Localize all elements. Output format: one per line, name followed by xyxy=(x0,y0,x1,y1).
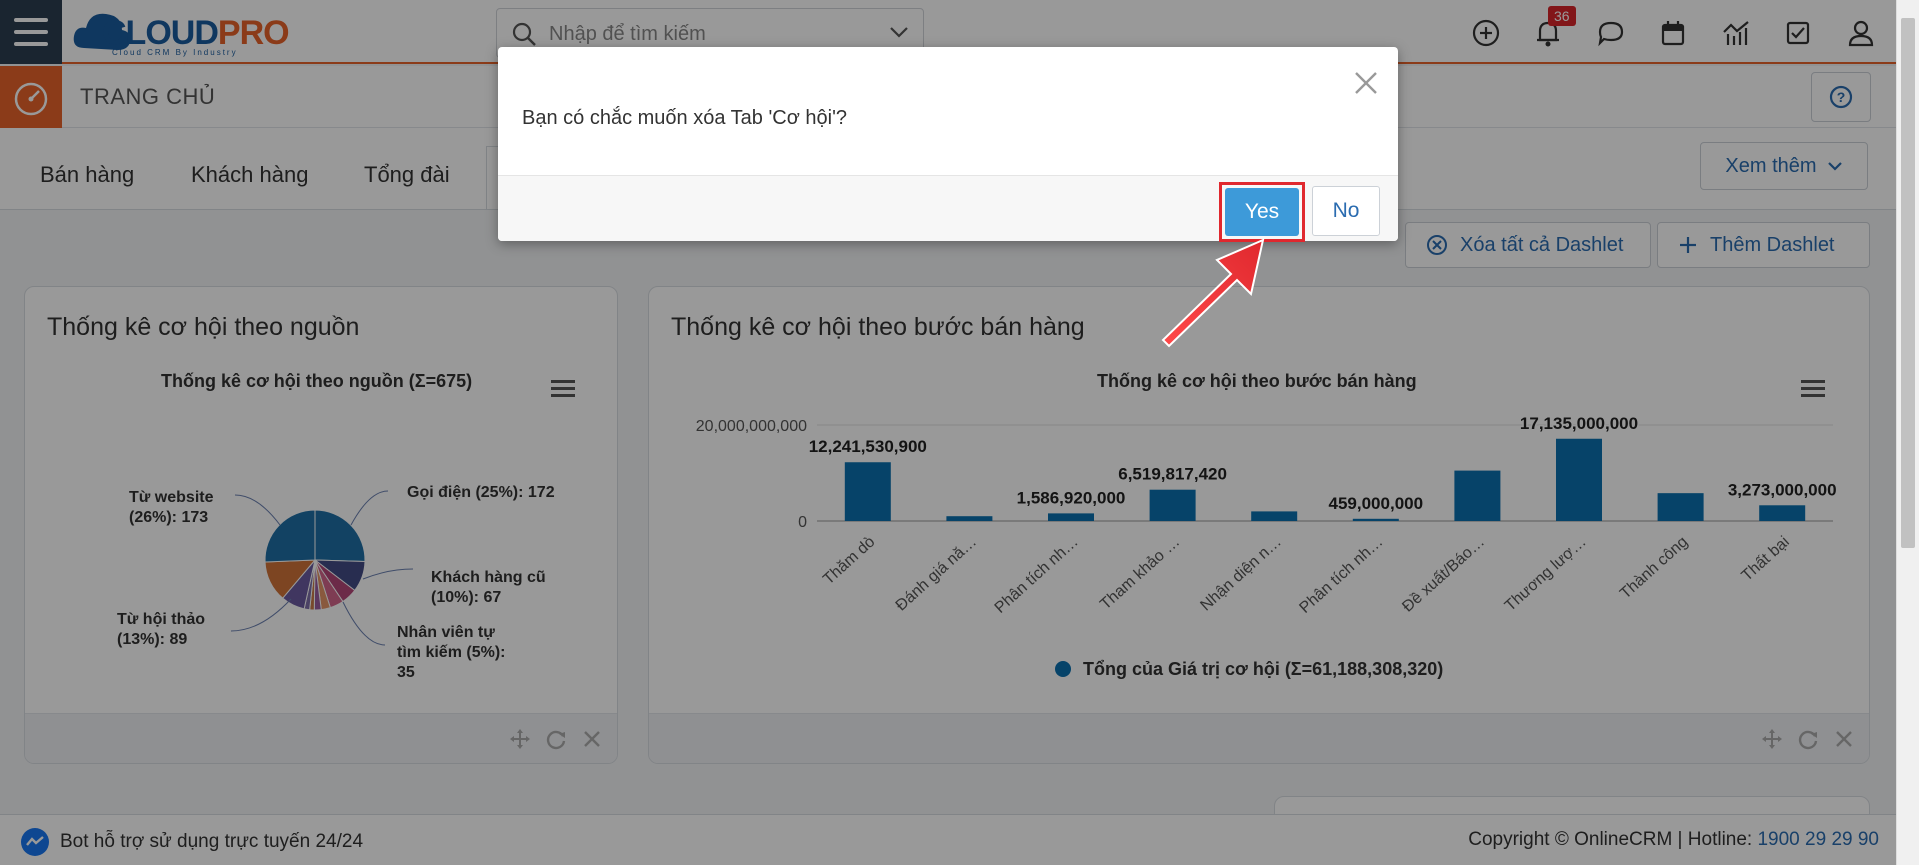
close-icon[interactable] xyxy=(1352,69,1380,97)
yes-button[interactable]: Yes xyxy=(1225,188,1299,236)
dialog-message: Bạn có chắc muốn xóa Tab 'Cơ hội'? xyxy=(522,107,848,129)
pointer-arrow-icon xyxy=(1161,238,1265,348)
yes-highlight: Yes xyxy=(1219,182,1305,242)
scrollbar-thumb[interactable] xyxy=(1901,18,1915,548)
confirm-dialog: Bạn có chắc muốn xóa Tab 'Cơ hội'? Yes N… xyxy=(498,47,1398,242)
scrollbar[interactable] xyxy=(1896,0,1919,865)
no-button[interactable]: No xyxy=(1312,186,1380,236)
dialog-footer: Yes No xyxy=(498,175,1398,242)
